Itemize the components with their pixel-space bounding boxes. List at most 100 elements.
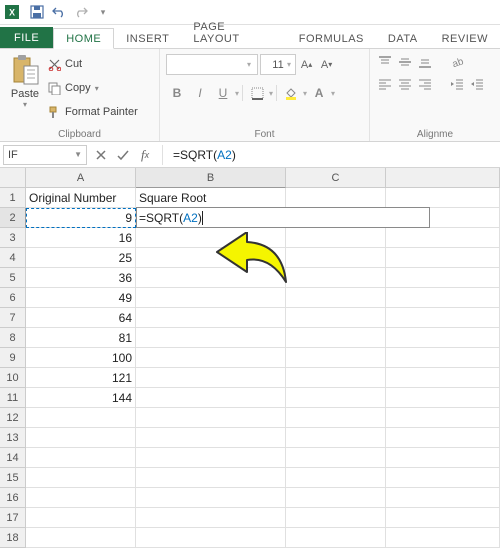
- cell-A16[interactable]: [26, 488, 136, 508]
- insert-function-button[interactable]: fx: [134, 145, 156, 165]
- align-middle-button[interactable]: [396, 54, 414, 70]
- select-all-corner[interactable]: [0, 168, 26, 188]
- cell-C8[interactable]: [286, 328, 386, 348]
- cell-A10[interactable]: 121: [26, 368, 136, 388]
- row-header[interactable]: 12: [0, 408, 26, 428]
- cell-editor[interactable]: =SQRT(A2): [136, 207, 430, 228]
- paste-button[interactable]: Paste ▾: [6, 52, 44, 127]
- cell-A3[interactable]: 16: [26, 228, 136, 248]
- tab-data[interactable]: DATA: [376, 29, 430, 48]
- cell-B1[interactable]: Square Root: [136, 188, 286, 208]
- tab-file[interactable]: FILE: [0, 27, 53, 48]
- cell-D16[interactable]: [386, 488, 500, 508]
- font-color-button[interactable]: A: [308, 83, 330, 103]
- cell-D7[interactable]: [386, 308, 500, 328]
- cell-B15[interactable]: [136, 468, 286, 488]
- cell-C14[interactable]: [286, 448, 386, 468]
- tab-home[interactable]: HOME: [53, 28, 114, 49]
- align-left-button[interactable]: [376, 76, 394, 92]
- cell-D8[interactable]: [386, 328, 500, 348]
- cell-D14[interactable]: [386, 448, 500, 468]
- cell-C10[interactable]: [286, 368, 386, 388]
- undo-icon[interactable]: [49, 2, 69, 22]
- cell-B7[interactable]: [136, 308, 286, 328]
- cell-C1[interactable]: [286, 188, 386, 208]
- cell-C17[interactable]: [286, 508, 386, 528]
- cell-B5[interactable]: [136, 268, 286, 288]
- column-header-B[interactable]: B: [136, 168, 286, 188]
- align-bottom-button[interactable]: [416, 54, 434, 70]
- row-header[interactable]: 7: [0, 308, 26, 328]
- font-name-selector[interactable]: [166, 54, 258, 75]
- underline-button[interactable]: U: [212, 83, 234, 103]
- cell-C16[interactable]: [286, 488, 386, 508]
- column-header-A[interactable]: A: [26, 168, 136, 188]
- align-top-button[interactable]: [376, 54, 394, 70]
- cell-C18[interactable]: [286, 528, 386, 548]
- cell-C7[interactable]: [286, 308, 386, 328]
- decrease-indent-button[interactable]: [448, 76, 466, 92]
- cell-D12[interactable]: [386, 408, 500, 428]
- column-header-C[interactable]: C: [286, 168, 386, 188]
- cell-D18[interactable]: [386, 528, 500, 548]
- enter-formula-button[interactable]: [112, 145, 134, 165]
- column-header-D[interactable]: [386, 168, 500, 188]
- row-header[interactable]: 15: [0, 468, 26, 488]
- cell-D10[interactable]: [386, 368, 500, 388]
- tab-page-layout[interactable]: PAGE LAYOUT: [181, 17, 286, 48]
- align-right-button[interactable]: [416, 76, 434, 92]
- cell-C13[interactable]: [286, 428, 386, 448]
- cell-D6[interactable]: [386, 288, 500, 308]
- cell-A8[interactable]: 81: [26, 328, 136, 348]
- row-header[interactable]: 11: [0, 388, 26, 408]
- row-header[interactable]: 8: [0, 328, 26, 348]
- cell-A6[interactable]: 49: [26, 288, 136, 308]
- row-header[interactable]: 13: [0, 428, 26, 448]
- cut-button[interactable]: Cut: [48, 54, 138, 74]
- cell-C15[interactable]: [286, 468, 386, 488]
- cell-C11[interactable]: [286, 388, 386, 408]
- cell-A15[interactable]: [26, 468, 136, 488]
- cell-A4[interactable]: 25: [26, 248, 136, 268]
- copy-button[interactable]: Copy ▾: [48, 78, 138, 98]
- save-icon[interactable]: [27, 2, 47, 22]
- cell-D4[interactable]: [386, 248, 500, 268]
- cell-B4[interactable]: [136, 248, 286, 268]
- cell-D11[interactable]: [386, 388, 500, 408]
- cell-D1[interactable]: [386, 188, 500, 208]
- redo-icon[interactable]: [71, 2, 91, 22]
- align-center-button[interactable]: [396, 76, 414, 92]
- row-header[interactable]: 16: [0, 488, 26, 508]
- fill-color-button[interactable]: [280, 83, 302, 103]
- cell-B11[interactable]: [136, 388, 286, 408]
- cell-B3[interactable]: [136, 228, 286, 248]
- row-header[interactable]: 17: [0, 508, 26, 528]
- spreadsheet-grid[interactable]: A B C 1Original NumberSquare Root29=SQRT…: [0, 168, 500, 548]
- cell-B6[interactable]: [136, 288, 286, 308]
- cell-D15[interactable]: [386, 468, 500, 488]
- cell-B18[interactable]: [136, 528, 286, 548]
- orientation-button[interactable]: ab: [448, 54, 466, 70]
- row-header[interactable]: 18: [0, 528, 26, 548]
- cell-B10[interactable]: [136, 368, 286, 388]
- cell-C5[interactable]: [286, 268, 386, 288]
- cell-C9[interactable]: [286, 348, 386, 368]
- tab-formulas[interactable]: FORMULAS: [287, 29, 376, 48]
- format-painter-button[interactable]: Format Painter: [48, 102, 138, 122]
- cell-B2[interactable]: =SQRT(A2): [136, 208, 286, 228]
- cell-C12[interactable]: [286, 408, 386, 428]
- cell-C6[interactable]: [286, 288, 386, 308]
- cancel-formula-button[interactable]: [90, 145, 112, 165]
- cell-D13[interactable]: [386, 428, 500, 448]
- cell-A1[interactable]: Original Number: [26, 188, 136, 208]
- increase-font-icon[interactable]: A▴: [298, 56, 315, 74]
- row-header[interactable]: 2: [0, 208, 26, 228]
- cell-C4[interactable]: [286, 248, 386, 268]
- cell-A14[interactable]: [26, 448, 136, 468]
- cell-A9[interactable]: 100: [26, 348, 136, 368]
- cell-B9[interactable]: [136, 348, 286, 368]
- row-header[interactable]: 5: [0, 268, 26, 288]
- row-header[interactable]: 4: [0, 248, 26, 268]
- tab-insert[interactable]: INSERT: [114, 29, 181, 48]
- italic-button[interactable]: I: [189, 83, 211, 103]
